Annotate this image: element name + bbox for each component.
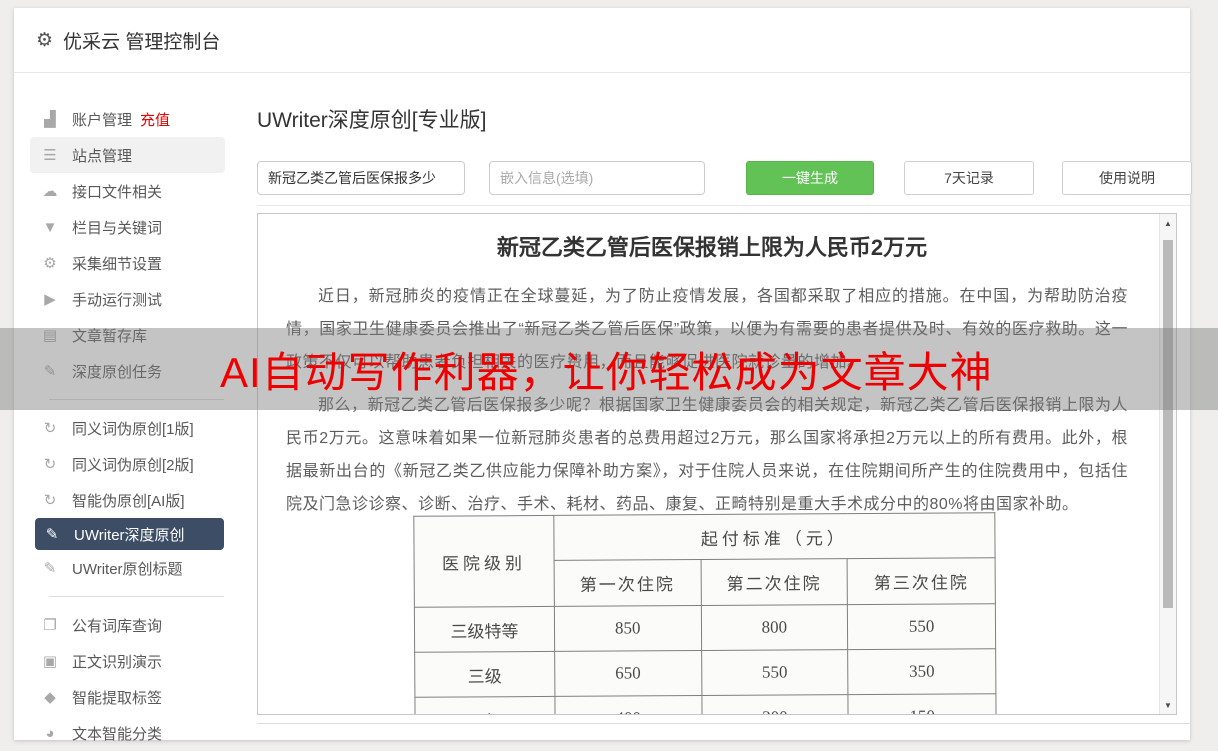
sidebar-divider <box>49 399 224 400</box>
scroll-down-arrow-icon[interactable]: ▼ <box>1160 697 1176 713</box>
refresh-icon: ↻ <box>43 492 57 509</box>
table-cell-value: 550 <box>847 603 996 650</box>
table-header-first-stay: 第一次住院 <box>553 559 701 607</box>
sidebar-item-label: 手动运行测试 <box>72 291 163 309</box>
sidebar-divider <box>49 596 224 597</box>
page-title: UWriter深度原创[专业版] <box>257 109 487 132</box>
table-cell-value: 150 <box>848 693 997 714</box>
sidebar-item-play-circle-normal[interactable]: ▶ 手动运行测试 <box>14 281 254 317</box>
server-icon: ☰ <box>43 147 57 164</box>
table-cell-value: 300 <box>701 694 849 714</box>
footer-divider <box>257 723 1190 724</box>
app-header: ⚙ 优采云 管理控制台 <box>14 8 1190 73</box>
sidebar-item-filter-normal[interactable]: ▼ 栏目与关键词 <box>14 209 254 245</box>
table-row: 三级 650 550 350 <box>414 648 996 698</box>
article-body: 近日，新冠肺炎的疫情正在全球蔓延，为了防止疫情发展，各国都采取了相应的措施。在中… <box>286 280 1128 521</box>
table-row: 三级特等 850 800 550 <box>414 603 996 653</box>
sidebar-item-label: 同义词伪原创[1版] <box>72 420 194 438</box>
article-paragraph: 近日，新冠肺炎的疫情正在全球蔓延，为了防止疫情发展，各国都采取了相应的措施。在中… <box>286 288 1128 371</box>
article-preview-panel: 新冠乙类乙管后医保报销上限为人民币2万元 近日，新冠肺炎的疫情正在全球蔓延，为了… <box>257 213 1177 715</box>
sidebar-item-bar-chart-normal[interactable]: ▟ 账户管理 充值 <box>14 101 254 137</box>
table-cell-value: 350 <box>847 648 996 695</box>
sidebar-item-label: 文章暂存库 <box>72 327 148 345</box>
table-header-second-stay: 第二次住院 <box>700 558 848 606</box>
sidebar-item-label: 正文识别演示 <box>72 653 163 671</box>
sidebar-item-label: 智能伪原创[AI版] <box>72 492 185 510</box>
sidebar-nav: ▟ 账户管理 充值 ☰ 站点管理 ☁ 接口文件相关 ▼ 栏目与关键词 ⚙ 采集细节设置 ▶ 手动运行测试… <box>14 101 254 751</box>
bar-chart-icon: ▟ <box>44 111 56 128</box>
sidebar-item-label: UWriter原创标题 <box>72 560 183 578</box>
gears-icon: ⚙ <box>43 255 57 272</box>
recharge-badge[interactable]: 充值 <box>140 109 170 130</box>
sidebar-item-server-hover[interactable]: ☰ 站点管理 <box>30 137 225 173</box>
edit-icon: ✎ <box>45 526 59 543</box>
sidebar-item-label: 公有词库查询 <box>72 617 163 635</box>
sidebar-item-label: 采集细节设置 <box>72 255 163 273</box>
keyword-input[interactable] <box>257 161 465 195</box>
sidebar-item-monitor-normal[interactable]: ▣ 正文识别演示 <box>14 643 254 679</box>
sidebar-item-label: 接口文件相关 <box>72 183 163 201</box>
sidebar-item-label: 栏目与关键词 <box>72 219 163 237</box>
sidebar-item-tag-normal[interactable]: ◆ 智能提取标签 <box>14 679 254 715</box>
table-header-hospital-level: 医院级别 <box>413 515 555 608</box>
tag-icon: ◆ <box>44 689 56 706</box>
table-cell-level: 三级特等 <box>414 606 555 653</box>
gear-icon: ⚙ <box>36 29 54 51</box>
hospital-deductible-table: 医院级别 起付标准（元） 第一次住院 第二次住院 第三次住院 三级特等 850 80… <box>413 512 997 714</box>
refresh-icon: ↻ <box>43 456 57 473</box>
cloud-upload-icon: ☁ <box>42 183 58 200</box>
article-title: 新冠乙类乙管后医保报销上限为人民币2万元 <box>496 235 928 260</box>
sidebar-item-gears-normal[interactable]: ⚙ 采集细节设置 <box>14 245 254 281</box>
table-cell-level: 二级 <box>414 696 555 714</box>
sidebar-item-refresh-normal[interactable]: ↻ 智能伪原创[AI版] <box>14 482 254 518</box>
table-cell-value: 650 <box>554 650 702 697</box>
database-icon: ▤ <box>42 327 58 344</box>
table-header-third-stay: 第三次住院 <box>847 557 996 605</box>
table-cell-value: 550 <box>701 649 849 696</box>
sidebar-item-label: UWriter深度原创 <box>74 526 185 544</box>
sidebar-item-label: 深度原创任务 <box>72 363 163 381</box>
embed-info-input[interactable] <box>489 161 705 195</box>
sidebar-item-edit-normal[interactable]: ✎ 深度原创任务 <box>14 353 254 389</box>
usage-help-button[interactable]: 使用说明 <box>1062 161 1192 195</box>
sidebar-item-refresh-normal[interactable]: ↻ 同义词伪原创[2版] <box>14 446 254 482</box>
table-cell-value: 400 <box>554 695 702 714</box>
refresh-icon: ↻ <box>43 420 57 437</box>
play-circle-icon: ▶ <box>44 291 56 308</box>
sidebar-item-refresh-normal[interactable]: ↻ 同义词伪原创[1版] <box>14 410 254 446</box>
sidebar-item-label: 智能提取标签 <box>72 689 163 707</box>
scroll-up-arrow-icon[interactable]: ▲ <box>1160 215 1176 231</box>
monitor-icon: ▣ <box>42 653 58 670</box>
sidebar-item-book-normal[interactable]: ❐ 公有词库查询 <box>14 607 254 643</box>
sidebar-item-label: 同义词伪原创[2版] <box>72 456 194 474</box>
edit-icon: ✎ <box>43 363 57 380</box>
vertical-scrollbar[interactable]: ▲ ▼ <box>1159 214 1176 714</box>
sidebar-item-database-normal[interactable]: ▤ 文章暂存库 <box>14 317 254 353</box>
sidebar-item-edit-selected[interactable]: ✎ UWriter深度原创 <box>35 518 224 550</box>
sidebar-item-edit-normal[interactable]: ✎ UWriter原创标题 <box>14 550 254 586</box>
generate-button[interactable]: 一键生成 <box>746 161 874 195</box>
sidebar-item-cloud-upload-normal[interactable]: ☁ 接口文件相关 <box>14 173 254 209</box>
table-cell-level: 三级 <box>414 651 555 698</box>
table-row: 二级400300150 <box>414 693 997 714</box>
toolbar-divider <box>257 205 1190 206</box>
sidebar-item-label: 站点管理 <box>72 147 133 165</box>
article-paragraph: 那么，新冠乙类乙管后医保报多少呢？根据国家卫生健康委员会的相关规定，新冠乙类乙管… <box>286 397 1128 513</box>
app-title: 优采云 管理控制台 <box>63 31 221 53</box>
sidebar-item-label: 账户管理 <box>72 111 133 129</box>
filter-icon: ▼ <box>42 218 58 236</box>
seven-day-records-button[interactable]: 7天记录 <box>904 161 1034 195</box>
table-cell-value: 800 <box>700 604 848 651</box>
table-header-deductible-group: 起付标准（元） <box>553 512 996 561</box>
scrollbar-thumb[interactable] <box>1163 240 1173 608</box>
sidebar-item-label: 文本智能分类 <box>72 725 163 743</box>
edit-icon: ✎ <box>43 560 57 577</box>
pie-chart-icon: ◕ <box>45 724 55 742</box>
sidebar-item-pie-chart-normal[interactable]: ◕ 文本智能分类 <box>14 715 254 751</box>
book-icon: ❐ <box>43 617 57 634</box>
app-window: ⚙ 优采云 管理控制台 ▟ 账户管理 充值 ☰ 站点管理 ☁ 接口文件相关 ▼ 栏目与关键词 ⚙ 采… <box>14 8 1192 743</box>
table-cell-value: 850 <box>554 605 702 652</box>
